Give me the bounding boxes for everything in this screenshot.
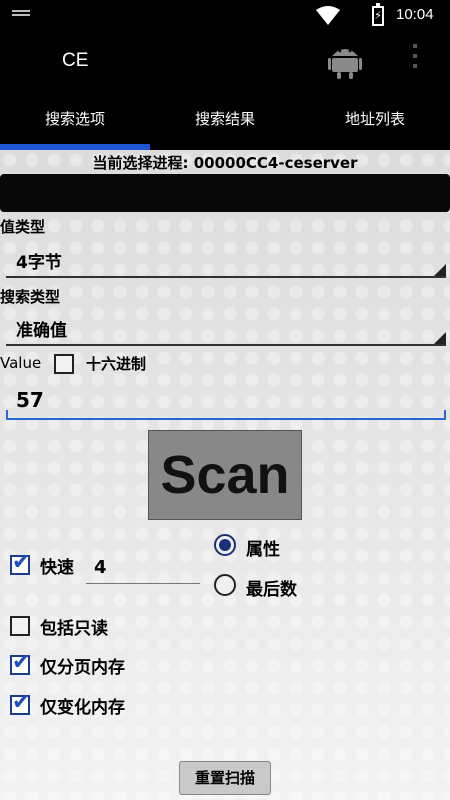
fast-value-input[interactable] (86, 552, 200, 582)
clock: 10:04 (396, 6, 434, 23)
process-label: 当前选择进程: 00000CC4-ceserver (92, 154, 358, 172)
tab-search-results[interactable]: 搜索结果 (150, 90, 300, 150)
radio-last-digits-label: 最后数 (246, 580, 297, 600)
value-type-spinner[interactable]: 4字节 (6, 242, 446, 278)
check-icon: ✔ (12, 550, 31, 575)
value-type-selected: 4字节 (16, 253, 62, 273)
value-label: Value (0, 354, 42, 372)
changed-only-label: 仅变化内存 (40, 698, 125, 718)
check-icon: ✔ (12, 690, 31, 715)
value-field[interactable] (6, 382, 446, 420)
fast-label: 快速 (40, 558, 74, 578)
paged-only-label: 仅分页内存 (40, 658, 125, 678)
paged-only-checkbox[interactable]: ✔ (10, 650, 30, 675)
notification-icon (12, 10, 30, 20)
radio-last-digits[interactable] (214, 574, 236, 596)
android-icon[interactable] (328, 42, 362, 80)
action-bar: CE (0, 32, 450, 90)
tab-address-list[interactable]: 地址列表 (300, 90, 450, 150)
scan-type-selected: 准确值 (16, 321, 67, 341)
radio-attribute-label: 属性 (246, 540, 280, 560)
search-options-panel: 当前选择进程: 00000CC4-ceserver 值类型 4字节 搜索类型 准… (0, 150, 450, 800)
radio-attribute[interactable] (214, 534, 236, 556)
overflow-menu-icon[interactable] (408, 44, 422, 76)
tab-bar: 搜索选项 搜索结果 地址列表 (0, 90, 450, 150)
fast-checkbox[interactable]: ✔ (10, 550, 30, 575)
status-bar: ⚡ 10:04 (0, 0, 450, 32)
tab-search-options[interactable]: 搜索选项 (0, 90, 150, 150)
check-icon: ✔ (12, 650, 31, 675)
hex-label: 十六进制 (86, 355, 147, 373)
process-bar[interactable] (0, 174, 450, 212)
app-title: CE (62, 50, 89, 71)
include-readonly-label: 包括只读 (40, 619, 108, 639)
scan-button[interactable]: Scan (148, 430, 302, 520)
hex-checkbox[interactable] (54, 354, 74, 374)
dropdown-arrow-icon (434, 332, 446, 344)
scan-type-spinner[interactable]: 准确值 (6, 310, 446, 346)
wifi-icon (316, 6, 340, 25)
fast-value-field[interactable] (86, 552, 200, 584)
reset-scan-button[interactable]: 重置扫描 (179, 761, 271, 795)
scan-type-label: 搜索类型 (0, 288, 61, 306)
value-input[interactable] (6, 382, 446, 418)
battery-icon: ⚡ (372, 3, 384, 26)
changed-only-checkbox[interactable]: ✔ (10, 690, 30, 715)
value-type-label: 值类型 (0, 218, 46, 236)
include-readonly-checkbox[interactable] (10, 616, 30, 636)
dropdown-arrow-icon (434, 264, 446, 276)
